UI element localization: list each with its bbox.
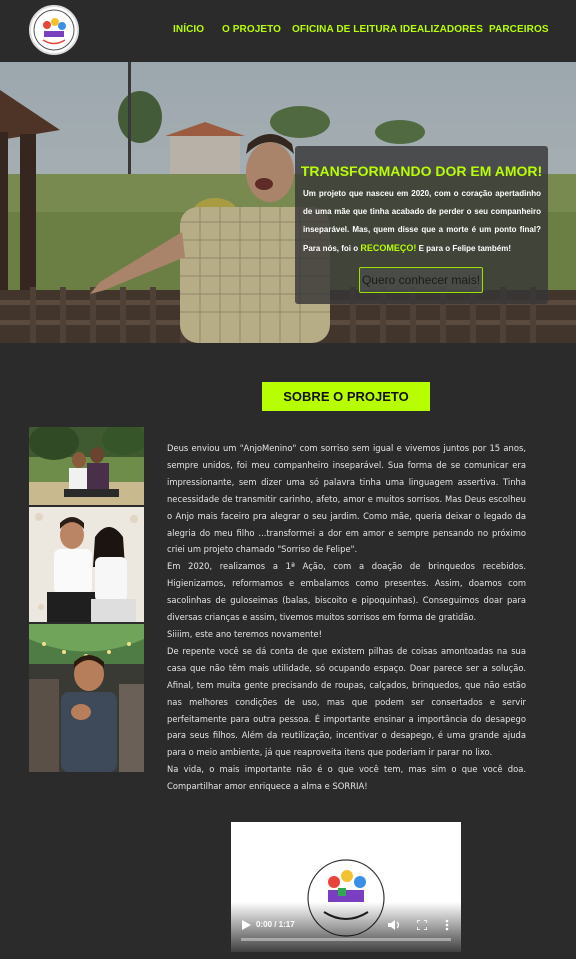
fullscreen-icon[interactable] [417,920,427,930]
photo-mother-son-smiling [29,507,144,622]
about-paragraph-1: Deus enviou um "AnjoMenino" com sorriso … [167,443,526,555]
nav-parceiros[interactable]: PARCEIROS [489,24,549,35]
about-paragraph-3: Siiiim, este ano teremos novamente! [167,628,323,639]
about-paragraph-4: De repente você se dá conta de que exist… [167,645,526,758]
site-header: INÍCIO O PROJETO OFICINA DE LEITURA IDEA… [0,0,576,62]
about-paragraph-5: Na vida, o mais importante não é o que v… [167,764,526,792]
volume-icon[interactable] [388,920,400,930]
nav-oficina-de-leitura[interactable]: OFICINA DE LEITURA [292,24,397,35]
video-time: 0:00 / 1:17 [256,920,295,929]
hero-highlight: RECOMEÇO! [360,243,417,253]
about-project-heading-button[interactable]: SOBRE O PROJETO [262,382,430,411]
photo-mother-son-outdoor [29,427,144,505]
hero-title: TRANSFORMANDO DOR EM AMOR! [300,163,543,179]
play-icon[interactable] [241,920,251,930]
nav-idealizadores[interactable]: IDEALIZADORES [400,24,483,35]
hero-text-end: E para o Felipe também! [416,244,512,253]
about-project-text: Deus enviou um "AnjoMenino" com sorriso … [167,440,526,795]
about-paragraph-2: Em 2020, realizamos a 1ª Ação, com a doa… [167,561,526,623]
video-progress-bar[interactable] [241,938,451,941]
nav-o-projeto[interactable]: O PROJETO [222,24,281,35]
more-vertical-icon[interactable] [444,919,450,931]
hero-text-box: TRANSFORMANDO DOR EM AMOR! Um projeto qu… [295,146,548,304]
know-more-button-label: Quero conhecer mais! [361,273,481,287]
photo-son-party [29,624,144,772]
video-player[interactable]: 0:00 / 1:17 [231,822,461,952]
main-nav: INÍCIO O PROJETO OFICINA DE LEITURA IDEA… [0,24,576,38]
nav-inicio[interactable]: INÍCIO [173,24,204,35]
hero-section: TRANSFORMANDO DOR EM AMOR! Um projeto qu… [0,62,576,343]
know-more-button[interactable]: Quero conhecer mais! [359,267,483,293]
hero-description: Um projeto que nasceu em 2020, com o cor… [303,185,541,258]
